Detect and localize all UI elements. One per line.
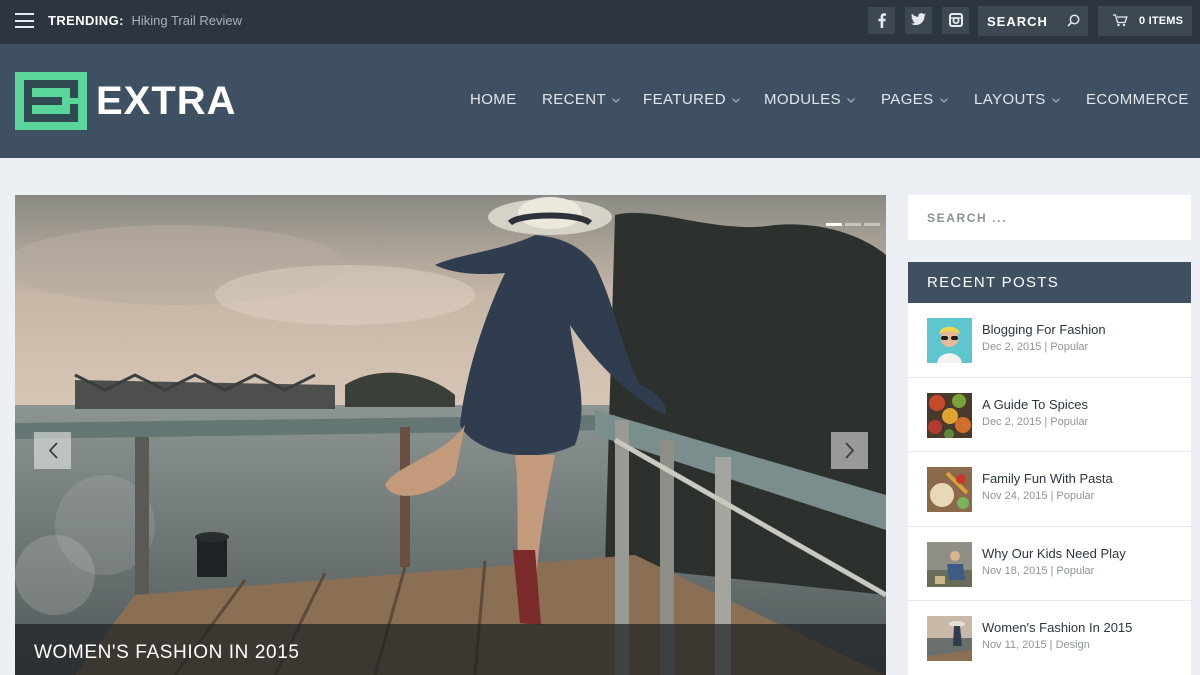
nav-featured[interactable]: FEATURED [643, 91, 740, 111]
top-bar: TRENDING: Hiking Trail Review 0 ITEMS [0, 0, 1200, 44]
featured-slider[interactable]: WOMEN'S FASHION IN 2015 [15, 195, 886, 675]
cart-label: 0 ITEMS [1139, 15, 1184, 27]
slide-caption: WOMEN'S FASHION IN 2015 [15, 624, 886, 675]
top-search-input[interactable] [978, 6, 1060, 36]
logo-text[interactable]: EXTRA [96, 78, 237, 124]
post-title[interactable]: Why Our Kids Need Play [982, 546, 1126, 561]
top-search [978, 6, 1088, 36]
nav-recent[interactable]: RECENT [542, 91, 621, 111]
post-thumbnail[interactable] [927, 318, 972, 363]
trending-bar: TRENDING: Hiking Trail Review [48, 0, 242, 44]
nav-ecommerce-label: ECOMMERCE [1086, 91, 1189, 108]
post-thumbnail[interactable] [927, 467, 972, 512]
nav-ecommerce[interactable]: ECOMMERCE [1086, 91, 1189, 111]
cart-icon [1113, 14, 1128, 27]
instagram-icon[interactable] [942, 7, 969, 34]
post-title[interactable]: Women's Fashion In 2015 [982, 620, 1132, 635]
trending-label: TRENDING: [48, 13, 124, 28]
search-icon[interactable] [1067, 14, 1080, 27]
slider-prev-button[interactable] [34, 432, 71, 469]
sidebar-search-input[interactable] [908, 195, 1191, 240]
nav-modules-label: MODULES [764, 91, 841, 108]
post-title[interactable]: Family Fun With Pasta [982, 471, 1113, 486]
main-header: EXTRA HOME RECENT FEATURED MODULES PAGES… [0, 44, 1200, 158]
slide-image [15, 195, 886, 675]
nav-modules[interactable]: MODULES [764, 91, 855, 111]
post-meta: Nov 18, 2015 | Popular [982, 564, 1095, 577]
chevron-down-icon [732, 97, 740, 103]
recent-posts-widget: RECENT POSTS Blogging For Fashion Dec 2,… [908, 262, 1191, 675]
post-thumbnail[interactable] [927, 392, 972, 438]
chevron-down-icon [847, 97, 855, 103]
nav-layouts-label: LAYOUTS [974, 91, 1046, 108]
recent-posts-title: RECENT POSTS [908, 262, 1191, 303]
post-thumbnail[interactable] [927, 616, 972, 661]
post-meta: Nov 11, 2015 | Design [982, 639, 1090, 651]
chevron-down-icon [939, 97, 948, 103]
post-meta: Nov 24, 2015 | Popular [982, 490, 1095, 502]
nav-recent-label: RECENT [542, 91, 607, 108]
logo-icon[interactable] [15, 72, 87, 130]
menu-icon[interactable] [15, 13, 34, 28]
recent-post-item[interactable]: A Guide To Spices Dec 2, 2015 | Popular [908, 378, 1191, 452]
slider-dot[interactable] [845, 223, 861, 226]
slider-dots [826, 213, 883, 231]
nav-pages-label: PAGES [881, 91, 934, 108]
nav-layouts[interactable]: LAYOUTS [974, 91, 1060, 111]
cart-button[interactable]: 0 ITEMS [1098, 6, 1192, 36]
sidebar-search [908, 195, 1191, 240]
nav-home[interactable]: HOME [470, 91, 517, 111]
post-thumbnail[interactable] [927, 541, 972, 587]
trending-link[interactable]: Hiking Trail Review [131, 13, 242, 28]
post-title[interactable]: Blogging For Fashion [982, 322, 1106, 337]
nav-pages[interactable]: PAGES [881, 91, 948, 111]
recent-post-item[interactable]: Family Fun With Pasta Nov 24, 2015 | Pop… [908, 452, 1191, 527]
nav-featured-label: FEATURED [643, 91, 726, 108]
facebook-icon[interactable] [868, 7, 895, 34]
twitter-icon[interactable] [905, 7, 932, 34]
slider-dot[interactable] [826, 223, 842, 226]
post-meta: Dec 2, 2015 | Popular [982, 415, 1089, 428]
chevron-down-icon [1051, 97, 1060, 103]
recent-post-item[interactable]: Women's Fashion In 2015 Nov 11, 2015 | D… [908, 601, 1191, 675]
recent-post-item[interactable]: Why Our Kids Need Play Nov 18, 2015 | Po… [908, 527, 1191, 601]
chevron-down-icon [612, 97, 621, 103]
nav-home-label: HOME [470, 91, 517, 108]
chevron-left-icon [48, 442, 58, 459]
post-meta: Dec 2, 2015 | Popular [982, 341, 1089, 353]
slider-next-button[interactable] [831, 432, 868, 469]
slider-dot[interactable] [864, 223, 880, 226]
post-title[interactable]: A Guide To Spices [982, 397, 1088, 412]
recent-post-item[interactable]: Blogging For Fashion Dec 2, 2015 | Popul… [908, 303, 1191, 378]
slide-title[interactable]: WOMEN'S FASHION IN 2015 [34, 642, 300, 664]
chevron-right-icon [844, 442, 854, 459]
